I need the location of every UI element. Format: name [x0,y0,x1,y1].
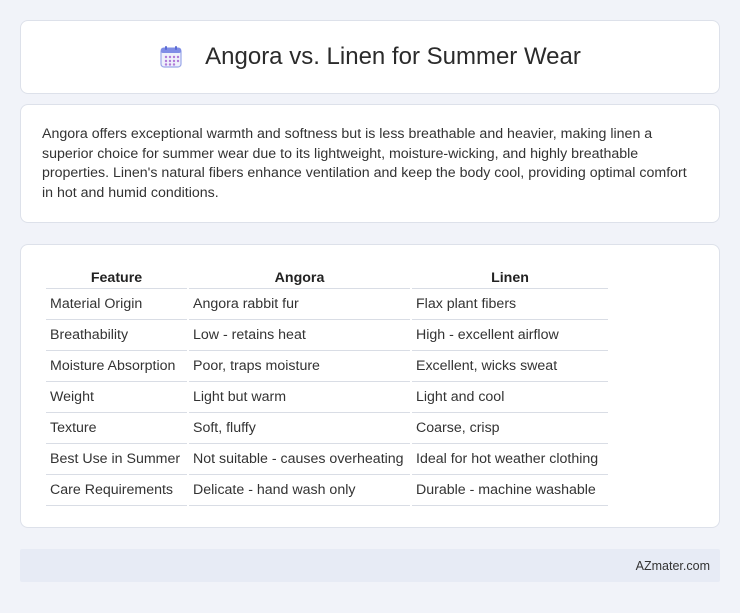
feature-cell: Texture [46,413,187,444]
angora-cell: Delicate - hand wash only [189,475,410,506]
table-row: Breathability Low - retains heat High - … [46,320,608,351]
page-title: Angora vs. Linen for Summer Wear [205,43,581,70]
table-row: Care Requirements Delicate - hand wash o… [46,475,608,506]
title-card: Angora vs. Linen for Summer Wear [20,20,720,94]
feature-cell: Weight [46,382,187,413]
table-row: Best Use in Summer Not suitable - causes… [46,444,608,475]
angora-cell: Poor, traps moisture [189,351,410,382]
summary-card: Angora offers exceptional warmth and sof… [20,104,720,223]
footer-site-link[interactable]: AZmater.com [636,559,710,573]
header-linen: Linen [412,267,608,289]
table-row: Texture Soft, fluffy Coarse, crisp [46,413,608,444]
footer: AZmater.com [20,549,720,582]
feature-cell: Moisture Absorption [46,351,187,382]
feature-cell: Care Requirements [46,475,187,506]
table-header-row: Feature Angora Linen [46,267,608,289]
angora-cell: Angora rabbit fur [189,289,410,320]
linen-cell: Coarse, crisp [412,413,608,444]
comparison-table-card: Feature Angora Linen Material Origin Ang… [20,244,720,528]
linen-cell: High - excellent airflow [412,320,608,351]
feature-cell: Material Origin [46,289,187,320]
comparison-table: Feature Angora Linen Material Origin Ang… [44,267,610,506]
angora-cell: Low - retains heat [189,320,410,351]
table-row: Moisture Absorption Poor, traps moisture… [46,351,608,382]
linen-cell: Light and cool [412,382,608,413]
table-row: Weight Light but warm Light and cool [46,382,608,413]
angora-cell: Light but warm [189,382,410,413]
linen-cell: Excellent, wicks sweat [412,351,608,382]
header-angora: Angora [189,267,410,289]
header-feature: Feature [46,267,187,289]
calendar-icon [159,45,183,69]
table-row: Material Origin Angora rabbit fur Flax p… [46,289,608,320]
summary-text: Angora offers exceptional warmth and sof… [42,126,687,201]
feature-cell: Best Use in Summer [46,444,187,475]
linen-cell: Durable - machine washable [412,475,608,506]
angora-cell: Soft, fluffy [189,413,410,444]
angora-cell: Not suitable - causes overheating [189,444,410,475]
feature-cell: Breathability [46,320,187,351]
linen-cell: Flax plant fibers [412,289,608,320]
linen-cell: Ideal for hot weather clothing [412,444,608,475]
